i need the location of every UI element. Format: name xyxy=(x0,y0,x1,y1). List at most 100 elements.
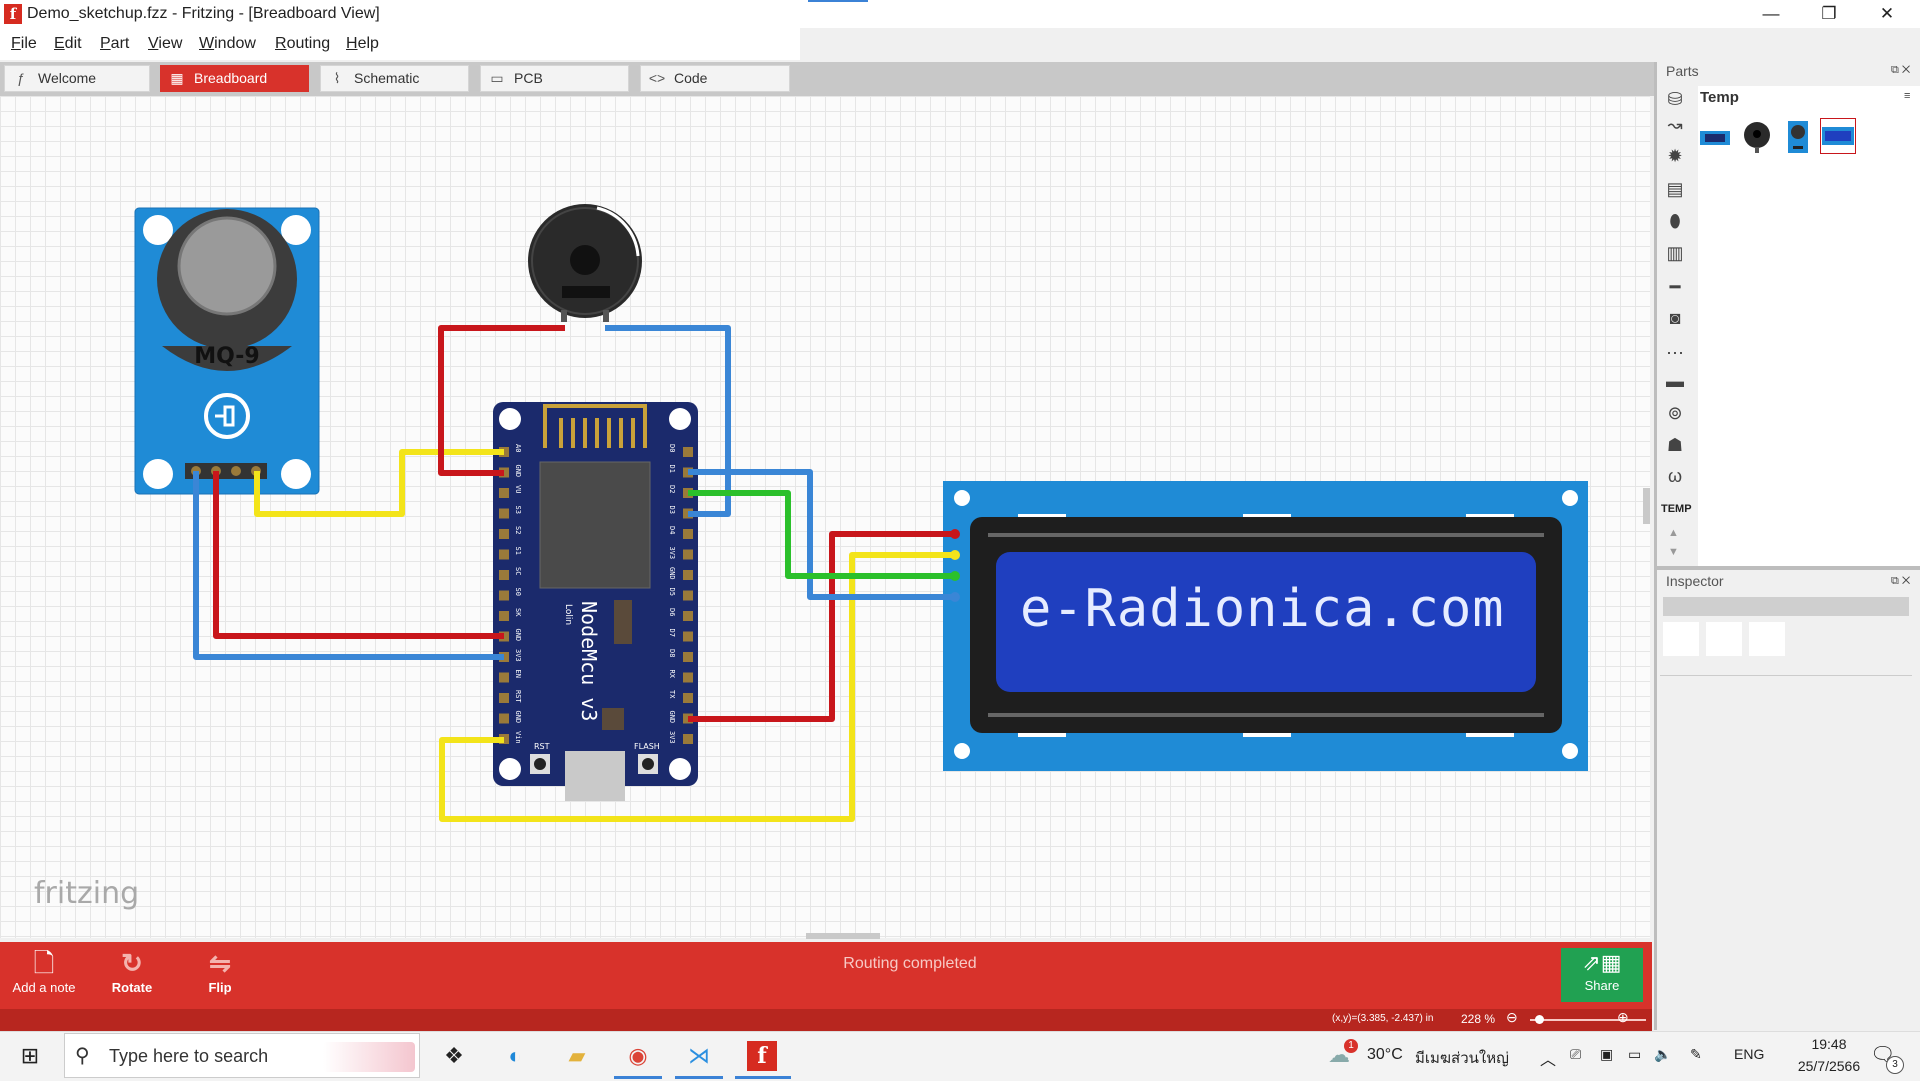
breadboard-canvas[interactable]: MQ-9 NodeMcu v3 Lolin RST FLASH A0 GND V… xyxy=(0,96,1650,938)
share-button[interactable]: ⇗▦ Share xyxy=(1561,948,1643,1002)
bin-scroll-up-icon[interactable]: ▲ xyxy=(1668,527,1679,539)
menu-view[interactable]: View xyxy=(148,35,182,53)
language-indicator[interactable]: ENG xyxy=(1734,1046,1764,1062)
mcu-pin-right-d8[interactable] xyxy=(683,652,693,662)
speaker-icon[interactable]: ◙ xyxy=(1659,305,1691,331)
mcu-pin-right-d6[interactable] xyxy=(683,611,693,621)
zoom-out-icon[interactable]: ⊖ xyxy=(1506,1009,1518,1026)
file-explorer-icon[interactable]: ▰ xyxy=(553,1036,601,1076)
buzzer-part-icon[interactable] xyxy=(1739,120,1775,154)
menu-help[interactable]: Help xyxy=(346,35,379,53)
mcu-pin-right-tx[interactable] xyxy=(683,693,693,703)
dock-splitter[interactable] xyxy=(1657,566,1920,570)
weather-temperature[interactable]: 30°C xyxy=(1367,1046,1403,1064)
mcu-pin-left-sc[interactable] xyxy=(499,570,509,580)
add-note-button[interactable]: 🗋 Add a note xyxy=(10,948,78,995)
mcu-pin-left-vu[interactable] xyxy=(499,488,509,498)
tab-pcb[interactable]: ▭ PCB xyxy=(480,65,629,92)
bin-menu-icon[interactable]: ≡ xyxy=(1904,90,1910,102)
ic-icon[interactable]: ▤ xyxy=(1659,176,1691,202)
temp-bin-label[interactable]: TEMP xyxy=(1661,503,1692,515)
mcu-pin-left-gnd[interactable] xyxy=(499,713,509,724)
edge-icon[interactable]: ◐ xyxy=(491,1036,539,1076)
buzzer[interactable] xyxy=(528,204,642,322)
rotate-button[interactable]: ↻ Rotate xyxy=(100,948,164,995)
tab-welcome[interactable]: ƒ Welcome xyxy=(4,65,150,92)
parts-panel-controls[interactable]: ⧉ ✕ xyxy=(1891,64,1910,77)
maximize-button[interactable]: ❐ xyxy=(1800,0,1858,28)
mcu-pin-left-rst[interactable] xyxy=(499,693,509,703)
menu-window[interactable]: Window xyxy=(199,35,256,53)
wire-red-3[interactable] xyxy=(688,531,955,722)
clock-time[interactable]: 19:48 xyxy=(1794,1036,1864,1052)
close-button[interactable]: ✕ xyxy=(1858,0,1916,28)
tab-code[interactable]: <> Code xyxy=(640,65,790,92)
volume-icon[interactable]: 🔈 xyxy=(1654,1046,1671,1063)
mcu-pin-right-d5[interactable] xyxy=(683,590,693,601)
mcu-pin-right-rx[interactable] xyxy=(683,672,693,683)
lcd-part-icon[interactable] xyxy=(1697,120,1733,154)
mcu-pin-left-s1[interactable] xyxy=(499,549,509,560)
menu-file[interactable]: File xyxy=(11,35,37,53)
mq9-sensor[interactable]: MQ-9 xyxy=(134,207,320,495)
inspector-panel-controls[interactable]: ⧉ ✕ xyxy=(1891,575,1910,588)
taskbar-search-box[interactable]: ⚲ Type here to search xyxy=(64,1033,420,1078)
wire-blue-2[interactable] xyxy=(193,471,504,660)
omega-icon[interactable]: ω xyxy=(1659,463,1691,489)
mcu-pin-left-sk[interactable] xyxy=(499,611,509,621)
antenna-icon[interactable]: ⊚ xyxy=(1659,400,1691,426)
dropbox-icon[interactable]: ❖ xyxy=(430,1036,478,1076)
core-bin-icon[interactable]: ⛁ xyxy=(1659,86,1691,112)
tray-overflow-icon[interactable]: ︿ xyxy=(1540,1046,1556,1070)
mouse-icon[interactable]: ⬮ xyxy=(1659,208,1691,234)
zoom-in-icon[interactable]: ⊕ xyxy=(1617,1009,1629,1026)
clock-date[interactable]: 25/7/2566 xyxy=(1790,1058,1868,1074)
lcd-module[interactable]: e-Radionica.com xyxy=(943,481,1588,771)
windows-start-icon[interactable]: ⊞ xyxy=(6,1036,54,1076)
tab-breadboard[interactable]: ▦ Breadboard xyxy=(160,65,309,92)
mcu-pin-right-3v3[interactable] xyxy=(683,734,693,744)
lcd-display-part-icon[interactable] xyxy=(1820,118,1856,154)
fritzing-taskbar-icon[interactable]: f xyxy=(738,1036,786,1076)
tab-schematic[interactable]: ⌇ Schematic xyxy=(320,65,469,92)
pcb-icon: ▭ xyxy=(490,70,504,86)
mcu-pin-left-en[interactable] xyxy=(499,672,509,683)
menu-part[interactable]: Part xyxy=(100,35,129,53)
vertical-scrollbar[interactable] xyxy=(1643,488,1650,524)
zoom-slider-handle[interactable] xyxy=(1535,1015,1544,1024)
mcu-pin-left-s3[interactable] xyxy=(499,508,509,519)
robot-icon[interactable]: ☗ xyxy=(1659,432,1691,458)
pen-icon[interactable]: ✎ xyxy=(1690,1046,1702,1063)
mcu-pin-right-d4[interactable] xyxy=(683,529,693,539)
sparkfun-icon[interactable]: ↝ xyxy=(1659,112,1691,138)
flip-button[interactable]: ⇋ Flip xyxy=(198,948,242,995)
menu-edit[interactable]: Edit xyxy=(54,35,82,53)
mcu-pin-right-d7[interactable] xyxy=(683,631,693,642)
board-icon[interactable]: ▬ xyxy=(1659,368,1691,394)
chip-icon[interactable]: ▥ xyxy=(1659,240,1691,266)
resistor-part-icon[interactable]: ━ xyxy=(1659,274,1691,300)
mcu-pin-label: D3 xyxy=(668,506,676,514)
mcu-pin-right-3v3[interactable] xyxy=(683,549,693,560)
sensor-part-icon[interactable] xyxy=(1780,120,1816,154)
bin-scroll-down-icon[interactable]: ▼ xyxy=(1668,546,1679,558)
mcu-pin-left-s0[interactable] xyxy=(499,590,509,601)
vscode-icon[interactable]: ⋊ xyxy=(675,1036,723,1076)
horizontal-scrollbar[interactable] xyxy=(806,933,880,939)
menu-routing[interactable]: Routing xyxy=(275,35,330,53)
minimize-button[interactable]: — xyxy=(1742,0,1800,28)
chrome-icon[interactable]: ◉ xyxy=(614,1036,662,1076)
gear-icon[interactable]: ✹ xyxy=(1659,143,1691,169)
weather-condition[interactable]: มีเมฆส่วนใหญ่ xyxy=(1415,1046,1509,1070)
battery-icon[interactable]: ▭ xyxy=(1628,1046,1641,1063)
inspector-title-field[interactable] xyxy=(1663,597,1909,616)
nodemcu-board[interactable]: NodeMcu v3 Lolin RST FLASH A0 GND VU S3 S2 S1… xyxy=(493,402,698,801)
rst-label: RST xyxy=(534,742,550,751)
tray-meet-icon[interactable]: ⎚ xyxy=(1570,1046,1581,1063)
mcu-pin-right-d0[interactable] xyxy=(683,447,693,457)
mcu-pin-right-gnd[interactable] xyxy=(683,570,693,580)
tray-display-icon[interactable]: ▣ xyxy=(1600,1046,1613,1063)
dots-icon[interactable]: ⋯ xyxy=(1659,340,1691,366)
breadboard-icon: ▦ xyxy=(170,70,184,86)
mcu-pin-left-s2[interactable] xyxy=(499,529,509,539)
